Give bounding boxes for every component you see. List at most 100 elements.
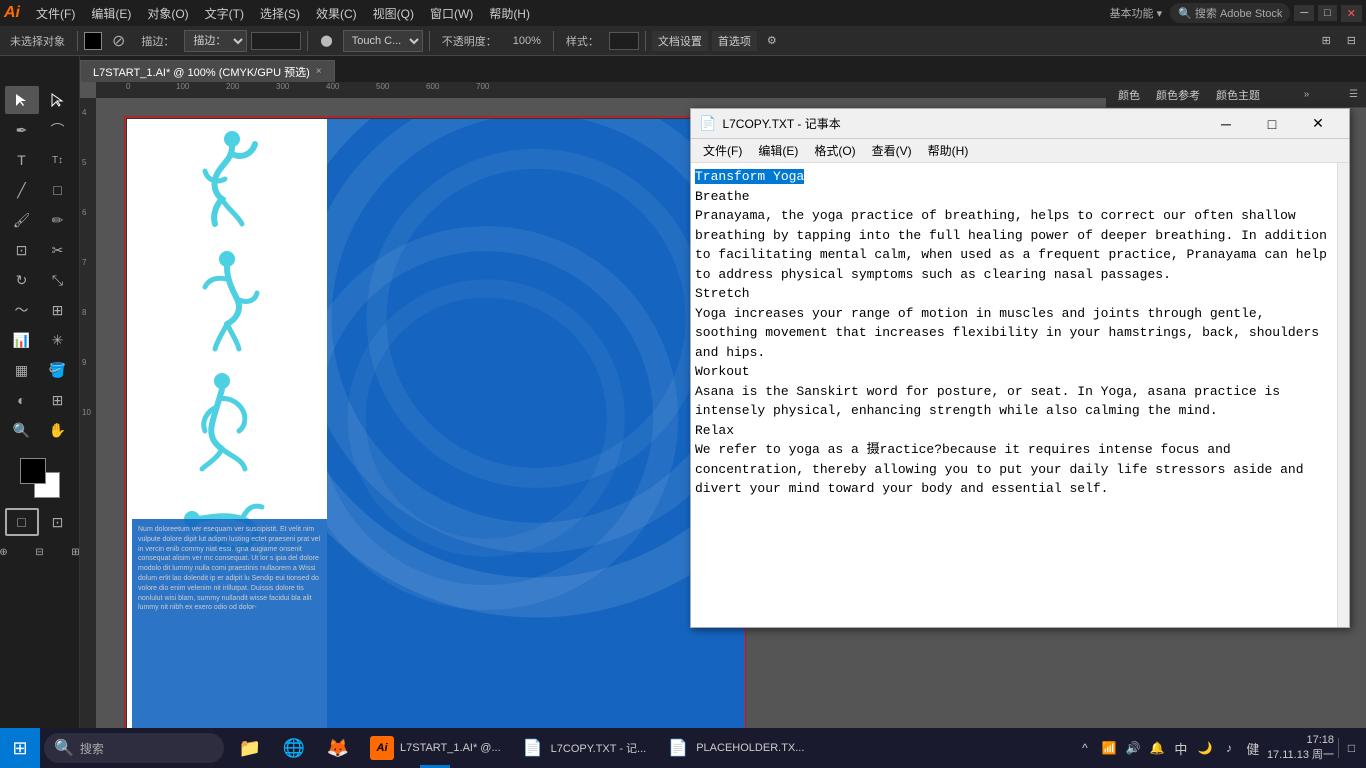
menu-window[interactable]: 窗口(W) [422,3,481,24]
search-adobe-stock[interactable]: 🔍 搜索 Adobe Stock [1170,3,1290,23]
graph-tool[interactable]: 📊 [5,326,39,354]
pen-tool[interactable]: ✒ [5,116,39,144]
clock-date: 17.11.13 周一 [1267,746,1334,762]
menu-file[interactable]: 文件(F) [28,3,83,24]
notepad-menu-view[interactable]: 查看(V) [864,140,920,161]
ruler-mark-6: 600 [426,82,439,91]
toolbar-sep-5 [645,31,646,51]
scale-tool[interactable]: ⤡ [41,266,75,294]
tray-network[interactable]: 📶 [1099,738,1119,758]
hand-tool[interactable]: ✋ [41,416,75,444]
eraser-tool[interactable]: ⊡ [5,236,39,264]
doc-tab-main[interactable]: L7START_1.AI* @ 100% (CMYK/GPU 预选) × [80,60,335,82]
taskbar-file-explorer[interactable]: 📁 [228,728,272,768]
tray-volume[interactable]: 🔊 [1123,738,1143,758]
clock-time: 17:18 [1267,734,1334,746]
artboard-text-box[interactable]: Num doloreetum ver esequam ver suscipist… [132,519,327,736]
menu-object[interactable]: 对象(O) [139,3,196,24]
paint-tool[interactable]: 🖌 [5,206,39,234]
symbol-tool[interactable]: ✳ [41,326,75,354]
notepad-minimize-btn[interactable]: ─ [1203,109,1249,139]
gradient-tool[interactable]: ◐ [5,386,39,414]
preferences-btn[interactable]: 首选项 [712,31,757,51]
touch-label: ⬤ [314,32,338,49]
tray-notification[interactable]: 🔔 [1147,738,1167,758]
stroke-mode[interactable]: ⊡ [41,508,75,536]
selection-tool[interactable] [5,86,39,114]
notepad-scrollbar[interactable] [1337,163,1349,627]
notepad-close-btn[interactable]: ✕ [1295,109,1341,139]
line-tool[interactable]: ╱ [5,176,39,204]
taskbar-edge[interactable]: 🌐 [272,728,316,768]
panel-menu-btn[interactable]: ☰ [1345,87,1362,102]
stroke-select[interactable]: 描边： [184,30,247,52]
top-right-controls: 基本功能 ▾ 🔍 搜索 Adobe Stock ─ □ ✕ [1110,3,1362,23]
paint-bucket-tool[interactable]: 🪣 [41,356,75,384]
ruler-mark-4: 400 [326,82,339,91]
tray-health[interactable]: ♪ [1219,738,1239,758]
notepad-text-content[interactable]: Transform Yoga Breathe Pranayama, the yo… [691,163,1337,627]
style-preview [609,32,639,50]
menu-edit[interactable]: 编辑(E) [83,3,139,24]
taskbar-notepad1[interactable]: 📄 L7COPY.TXT - 记... [511,728,657,768]
notepad-menu-file[interactable]: 文件(F) [695,140,750,161]
warp-tool[interactable]: 〜 [5,296,39,324]
panel-tab-color[interactable]: 颜色 [1110,84,1148,106]
panel-tab-color-theme[interactable]: 颜色主题 [1208,84,1268,106]
type-tool[interactable]: T [5,146,39,174]
panel-expand-btn[interactable]: » [1300,87,1314,102]
menu-text[interactable]: 文字(T) [197,3,252,24]
taskbar-clock[interactable]: 17:18 17.11.13 周一 [1267,734,1334,762]
fill-mode[interactable]: □ [5,508,39,536]
notepad-menu-edit[interactable]: 编辑(E) [750,140,806,161]
show-desktop-btn[interactable]: □ [1338,738,1358,758]
direct-selection-tool[interactable] [41,86,75,114]
taskbar-firefox[interactable]: 🦊 [316,728,360,768]
column-tool[interactable]: ▦ [5,356,39,384]
taskbar-search[interactable]: 🔍 搜索 [44,733,224,763]
notepad-maximize-btn[interactable]: □ [1249,109,1295,139]
tray-arrow[interactable]: ^ [1075,738,1095,758]
taskbar-notepad2[interactable]: 📄 PLACEHOLDER.TX... [656,728,814,768]
curvature-tool[interactable]: ⌒ [41,116,75,144]
win-minimize-btn[interactable]: ─ [1294,5,1314,21]
win-maximize-btn[interactable]: □ [1318,5,1337,21]
tray-antivirus[interactable]: 健 [1243,738,1263,758]
toolbar-icon-1[interactable]: ⚙ [761,32,783,49]
mesh-tool[interactable]: ⊞ [41,386,75,414]
arrange-icon-2[interactable]: ⊟ [1341,32,1362,49]
menu-effect[interactable]: 效果(C) [308,3,365,24]
notepad-menu-help[interactable]: 帮助(H) [920,140,977,161]
panel-tab-color-ref[interactable]: 颜色参考 [1148,84,1208,106]
type-tool-2[interactable]: T↕ [41,146,75,174]
zoom-tool[interactable]: 🔍 [5,416,39,444]
touch-select[interactable]: Touch C... [343,30,423,52]
shape-tool[interactable]: □ [41,176,75,204]
toolbar-sep-3 [429,31,430,51]
fill-color-swatch[interactable] [84,32,102,50]
selection-label: 未选择对象 [4,31,71,51]
rotate-tool[interactable]: ↻ [5,266,39,294]
tray-ime[interactable]: 中 [1171,738,1191,758]
edge-icon: 🌐 [282,736,306,760]
ruler-v-content: 4 5 6 7 8 9 10 [80,98,96,736]
menu-view[interactable]: 视图(Q) [365,3,422,24]
foreground-color-swatch[interactable] [20,458,46,484]
doc-settings-btn[interactable]: 文档设置 [652,31,708,51]
doc-tab-close[interactable]: × [316,66,322,77]
menu-help[interactable]: 帮助(H) [481,3,538,24]
free-transform-tool[interactable]: ⊞ [41,296,75,324]
screen-mode[interactable]: ⊕ [0,538,21,566]
notepad-menu-format[interactable]: 格式(O) [806,140,863,161]
tool-group-rotate: ↻ ⤡ [5,266,75,294]
start-button[interactable]: ⊞ [0,728,40,768]
win-close-btn[interactable]: ✕ [1341,5,1362,22]
arrange-icon[interactable]: ⊞ [1316,32,1337,49]
pencil-tool[interactable]: ✏ [41,206,75,234]
menu-select[interactable]: 选择(S) [252,3,308,24]
taskbar-illustrator[interactable]: Ai L7START_1.AI* @... [360,728,511,768]
tray-moon[interactable]: 🌙 [1195,738,1215,758]
opacity-label: 不透明度： [436,31,503,51]
scissors-tool[interactable]: ✂ [41,236,75,264]
screen-mode-2[interactable]: ⊟ [23,538,57,566]
